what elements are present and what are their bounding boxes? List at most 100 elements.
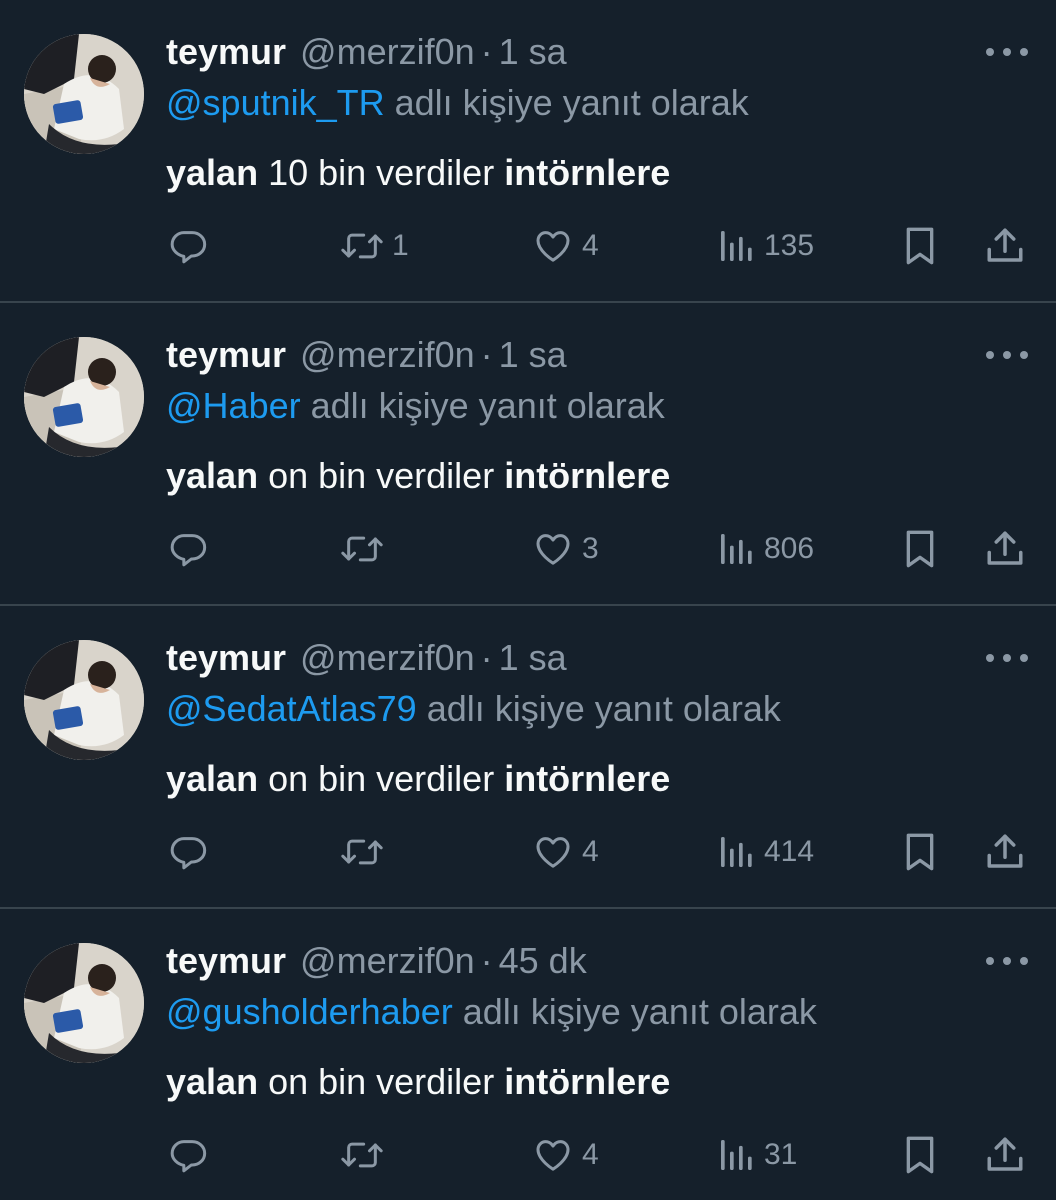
avatar-image [24,943,144,1063]
more-icon[interactable] [986,646,1028,670]
separator-dot: · [480,940,493,981]
tweet-text-bold-start: yalan [166,758,259,799]
reply-icon [170,534,207,567]
author-handle[interactable]: @merzif0n [300,940,475,982]
views-button[interactable]: 31 [716,1127,797,1183]
like-button[interactable]: 4 [532,218,599,274]
avatar-image [24,34,144,154]
bookmark-icon [906,833,934,871]
avatar[interactable] [24,337,144,457]
tweet[interactable]: teymur @merzif0n · 1 sa @Haber adlı kişi… [0,303,1056,606]
views-count: 135 [764,229,815,262]
more-icon[interactable] [986,949,1028,973]
reply-button[interactable] [168,824,208,880]
like-button[interactable]: 4 [532,1127,599,1183]
reply-context: @Haber adlı kişiye yanıt olarak [166,385,665,427]
views-icon [721,837,752,867]
author-handle[interactable]: @merzif0n [300,334,475,376]
tweet-text-bold-end: intörnlere [504,455,671,496]
share-button[interactable] [984,1127,1026,1183]
views-icon [721,1140,752,1170]
avatar-image [24,337,144,457]
heart-icon [536,1140,570,1171]
like-count: 3 [582,532,599,565]
bookmark-button[interactable] [900,218,940,274]
tweet-text: yalan on bin verdiler intörnlere [166,758,670,800]
avatar-image [24,640,144,760]
share-button[interactable] [984,218,1026,274]
tweet-text-bold-start: yalan [166,152,259,193]
tweet-timestamp[interactable]: 1 sa [499,637,567,679]
action-bar: 3 806 [166,521,1036,577]
bookmark-button[interactable] [900,824,940,880]
views-button[interactable]: 806 [716,521,814,577]
bookmark-icon [906,530,934,568]
retweet-icon [341,1142,383,1168]
reply-icon [170,837,207,870]
share-icon [987,834,1023,868]
separator-dot: · [480,31,493,72]
retweet-button[interactable] [340,824,392,880]
reply-context: @sputnik_TR adlı kişiye yanıt olarak [166,82,749,124]
like-button[interactable]: 4 [532,824,599,880]
author-name[interactable]: teymur [166,637,286,679]
like-count: 4 [582,835,599,868]
share-icon [987,1137,1023,1171]
reply-button[interactable] [168,521,208,577]
tweet-text: yalan 10 bin verdiler intörnlere [166,152,670,194]
views-count: 806 [764,532,815,565]
tweet[interactable]: teymur @merzif0n · 45 dk @gusholderhaber… [0,909,1056,1200]
reply-context: @gusholderhaber adlı kişiye yanıt olarak [166,991,817,1033]
tweet-header: teymur @merzif0n · 1 sa [166,331,567,379]
reply-context-text: adlı kişiye yanıt olarak [300,385,665,426]
views-button[interactable]: 414 [716,824,814,880]
tweet-text-middle: on bin verdiler [258,1061,505,1102]
bookmark-icon [906,1136,934,1174]
reply-icon [170,1140,207,1173]
tweet-header: teymur @merzif0n · 45 dk [166,937,587,985]
tweet-text-bold-end: intörnlere [504,152,671,193]
views-button[interactable]: 135 [716,218,814,274]
bookmark-button[interactable] [900,1127,940,1183]
separator-dot: · [480,334,493,375]
avatar[interactable] [24,34,144,154]
avatar[interactable] [24,640,144,760]
reply-context-text: adlı kişiye yanıt olarak [384,82,749,123]
tweet-text-bold-start: yalan [166,455,259,496]
avatar[interactable] [24,943,144,1063]
views-icon [721,231,752,261]
retweet-button[interactable] [340,521,392,577]
bookmark-button[interactable] [900,521,940,577]
tweet-timestamp[interactable]: 1 sa [499,31,567,73]
author-name[interactable]: teymur [166,940,286,982]
author-name[interactable]: teymur [166,334,286,376]
reply-button[interactable] [168,1127,208,1183]
author-handle[interactable]: @merzif0n [300,31,475,73]
reply-button[interactable] [168,218,208,274]
more-icon[interactable] [986,343,1028,367]
tweet[interactable]: teymur @merzif0n · 1 sa @SedatAtlas79 ad… [0,606,1056,909]
author-name[interactable]: teymur [166,31,286,73]
heart-icon [536,837,570,868]
tweet-text: yalan on bin verdiler intörnlere [166,1061,670,1103]
retweet-button[interactable] [340,1127,392,1183]
share-icon [987,531,1023,565]
share-button[interactable] [984,824,1026,880]
more-icon[interactable] [986,40,1028,64]
share-button[interactable] [984,521,1026,577]
author-handle[interactable]: @merzif0n [300,637,475,679]
reply-mention-link[interactable]: @Haber [166,385,301,426]
heart-icon [536,534,570,565]
reply-mention-link[interactable]: @SedatAtlas79 [166,688,417,729]
action-bar: 4 414 [166,824,1036,880]
tweet[interactable]: teymur @merzif0n · 1 sa @sputnik_TR adlı… [0,0,1056,303]
reply-mention-link[interactable]: @gusholderhaber [166,991,453,1032]
like-button[interactable]: 3 [532,521,599,577]
tweet-text-middle: on bin verdiler [258,758,505,799]
tweet-timestamp[interactable]: 1 sa [499,334,567,376]
retweet-button[interactable]: 1 [340,218,409,274]
reply-context-text: adlı kişiye yanıt olarak [416,688,781,729]
reply-mention-link[interactable]: @sputnik_TR [166,82,385,123]
tweet-timestamp[interactable]: 45 dk [499,940,587,982]
tweet-text-middle: 10 bin verdiler [258,152,505,193]
